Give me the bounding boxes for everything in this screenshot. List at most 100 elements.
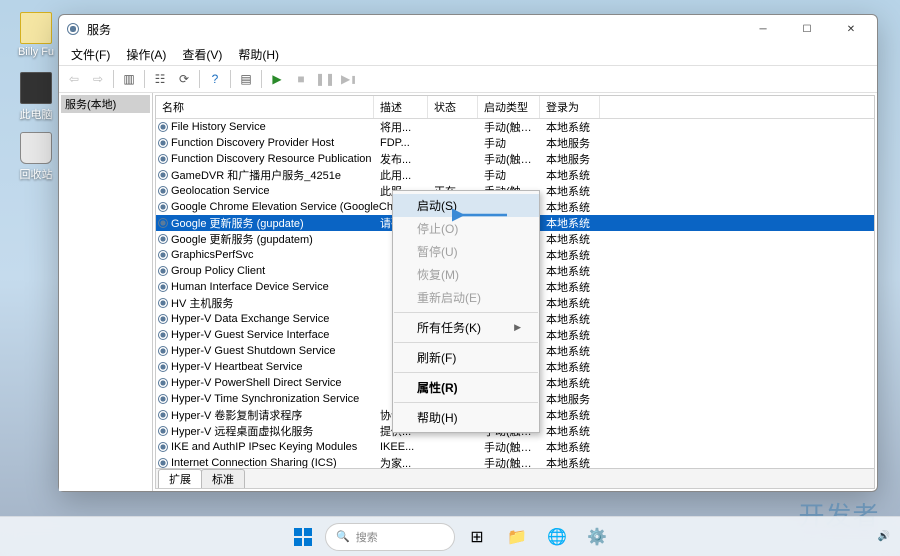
service-desc: FDP... [374, 137, 428, 149]
pause-service-button[interactable]: ❚❚ [314, 68, 336, 90]
start-service-button[interactable]: ▶ [266, 68, 288, 90]
gear-icon [67, 22, 81, 36]
service-logon: 本地系统 [540, 327, 600, 343]
col-logon[interactable]: 登录为 [540, 96, 600, 118]
gear-icon [158, 346, 168, 356]
refresh-button[interactable]: ⟳ [173, 68, 195, 90]
service-name: Hyper-V Data Exchange Service [171, 313, 329, 325]
service-logon: 本地系统 [540, 119, 600, 135]
gear-icon [158, 378, 168, 388]
service-name: Hyper-V Time Synchronization Service [171, 393, 359, 405]
service-name: Function Discovery Resource Publication [171, 153, 372, 165]
minimize-button[interactable]: ─ [741, 15, 785, 43]
service-name: Human Interface Device Service [171, 281, 329, 293]
task-view-button[interactable]: ⊞ [459, 521, 495, 553]
col-startup[interactable]: 启动类型 [478, 96, 540, 118]
desktop-icon-recyclebin[interactable]: 回收站 [12, 132, 60, 182]
gear-icon [158, 362, 168, 372]
service-name: HV 主机服务 [171, 295, 233, 311]
service-row[interactable]: File History Service 将用... 手动(触发...本地系统 [156, 119, 874, 135]
start-button[interactable] [285, 521, 321, 553]
gear-icon [158, 170, 168, 180]
service-row[interactable]: Function Discovery Resource Publication发… [156, 151, 874, 167]
service-row[interactable]: Function Discovery Provider Host FDP... 手动… [156, 135, 874, 151]
desktop-icon-thispc[interactable]: 此电脑 [12, 72, 60, 122]
service-logon: 本地服务 [540, 151, 600, 167]
menu-file[interactable]: 文件(F) [63, 44, 118, 65]
forward-button[interactable]: ⇨ [87, 68, 109, 90]
gear-icon [158, 330, 168, 340]
service-logon: 本地系统 [540, 199, 600, 215]
chevron-right-icon: ▶ [514, 322, 521, 333]
window-title: 服务 [87, 21, 741, 38]
restart-service-button[interactable]: ▶❚ [338, 68, 360, 90]
ctx-item: 重新启动(E) [393, 286, 539, 309]
service-startup: 手动(触发... [478, 439, 540, 455]
menu-action[interactable]: 操作(A) [118, 44, 174, 65]
close-button[interactable]: ✕ [829, 15, 873, 43]
tree-root[interactable]: 服务(本地) [61, 95, 150, 113]
service-name: Function Discovery Provider Host [171, 137, 334, 149]
show-hide-button[interactable]: ▥ [118, 68, 140, 90]
ctx-item[interactable]: 刷新(F) [393, 346, 539, 369]
gear-icon [158, 266, 168, 276]
maximize-button[interactable]: ☐ [785, 15, 829, 43]
search-input[interactable]: 🔍搜索 [325, 523, 455, 551]
service-name: File History Service [171, 121, 266, 133]
gear-icon [158, 250, 168, 260]
service-logon: 本地系统 [540, 455, 600, 468]
back-button[interactable]: ⇦ [63, 68, 85, 90]
service-logon: 本地系统 [540, 279, 600, 295]
service-startup: 手动 [478, 135, 540, 151]
gear-icon [158, 442, 168, 452]
service-name: Hyper-V PowerShell Direct Service [171, 377, 342, 389]
stop-service-button[interactable]: ■ [290, 68, 312, 90]
taskbar: 🔍搜索 ⊞ 📁 🌐 ⚙️ 🔊 [0, 516, 900, 556]
menu-help[interactable]: 帮助(H) [230, 44, 287, 65]
service-name: Group Policy Client [171, 265, 265, 277]
service-logon: 本地系统 [540, 423, 600, 439]
desktop-icon-user[interactable]: Billy Fu [12, 12, 60, 58]
service-desc: 为家... [374, 455, 428, 468]
titlebar[interactable]: 服务 ─ ☐ ✕ [59, 15, 877, 43]
service-startup: 手动(触发... [478, 455, 540, 468]
tab-standard[interactable]: 标准 [201, 469, 245, 488]
edge-icon[interactable]: 🌐 [539, 521, 575, 553]
settings-icon[interactable]: ⚙️ [579, 521, 615, 553]
col-name[interactable]: 名称 [156, 96, 374, 118]
service-logon: 本地服务 [540, 391, 600, 407]
gear-icon [158, 314, 168, 324]
ctx-item[interactable]: 属性(R) [393, 376, 539, 399]
service-row[interactable]: Internet Connection Sharing (ICS) 为家... 手动… [156, 455, 874, 468]
col-desc[interactable]: 描述 [374, 96, 428, 118]
view-tabs: 扩展 标准 [156, 468, 874, 488]
service-name: Geolocation Service [171, 185, 269, 197]
service-name: Hyper-V 卷影复制请求程序 [171, 407, 302, 423]
service-logon: 本地系统 [540, 375, 600, 391]
col-status[interactable]: 状态 [428, 96, 478, 118]
export-button[interactable]: ☷ [149, 68, 171, 90]
menu-view[interactable]: 查看(V) [174, 44, 230, 65]
service-logon: 本地系统 [540, 311, 600, 327]
help-button[interactable]: ? [204, 68, 226, 90]
service-startup: 手动(触发... [478, 119, 540, 135]
service-name: Hyper-V Guest Service Interface [171, 329, 329, 341]
gear-icon [158, 410, 168, 420]
gear-icon [158, 426, 168, 436]
sidebar: 服务(本地) [59, 93, 153, 491]
service-desc: 将用... [374, 119, 428, 135]
network-icon[interactable]: 🔊 [878, 531, 890, 542]
annotation-arrow [452, 208, 512, 222]
explorer-icon[interactable]: 📁 [499, 521, 535, 553]
tab-extended[interactable]: 扩展 [158, 469, 202, 488]
properties-button[interactable]: ▤ [235, 68, 257, 90]
service-row[interactable]: GameDVR 和广播用户服务_4251e此用...手动本地系统 [156, 167, 874, 183]
service-row[interactable]: IKE and AuthIP IPsec Keying ModulesIKEE.… [156, 439, 874, 455]
system-tray[interactable]: 🔊 [878, 531, 890, 542]
ctx-item: 恢复(M) [393, 263, 539, 286]
ctx-item[interactable]: 所有任务(K)▶ [393, 316, 539, 339]
gear-icon [158, 394, 168, 404]
service-name: Internet Connection Sharing (ICS) [171, 457, 337, 468]
ctx-item[interactable]: 帮助(H) [393, 406, 539, 429]
gear-icon [158, 122, 168, 132]
